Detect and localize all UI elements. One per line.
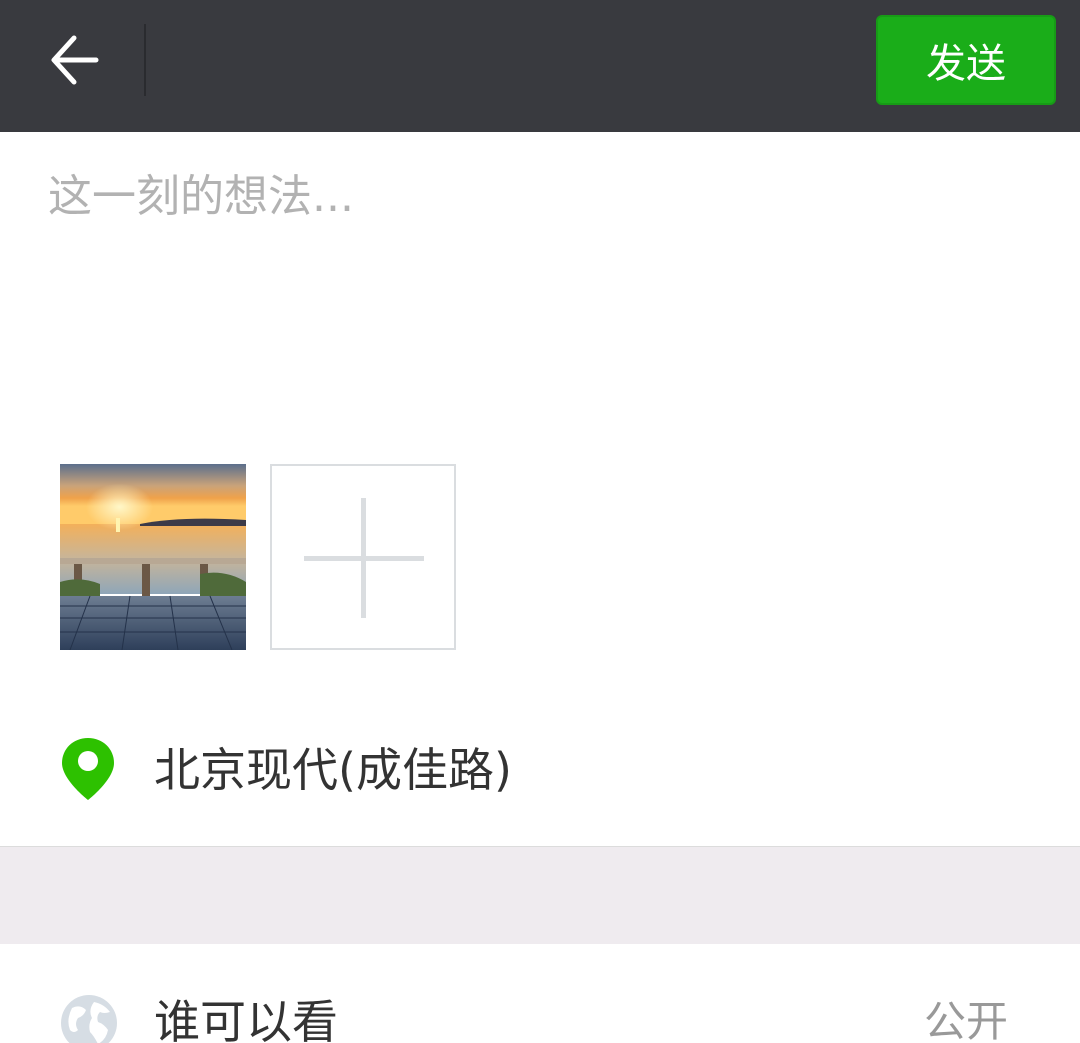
back-button[interactable] — [28, 20, 120, 100]
arrow-left-icon — [51, 35, 99, 85]
photo-thumbnail[interactable] — [60, 464, 246, 650]
visibility-label: 谁可以看 — [154, 995, 338, 1043]
location-label: 北京现代(成佳路) — [154, 743, 512, 797]
section-separator — [0, 846, 1080, 944]
add-photo-button[interactable] — [270, 464, 456, 650]
visibility-value: 公开 — [923, 997, 1008, 1043]
sunset-pier-image — [60, 464, 246, 650]
globe-icon — [61, 995, 117, 1043]
send-button[interactable]: 发送 — [876, 15, 1056, 105]
top-bar: 发送 — [0, 0, 1080, 132]
location-pin-icon — [62, 738, 114, 800]
moment-text-input[interactable] — [48, 160, 1028, 400]
visibility-row[interactable]: 谁可以看 公开 — [0, 944, 1080, 1043]
header-divider — [144, 24, 146, 96]
location-row[interactable]: 北京现代(成佳路) — [0, 700, 1080, 846]
